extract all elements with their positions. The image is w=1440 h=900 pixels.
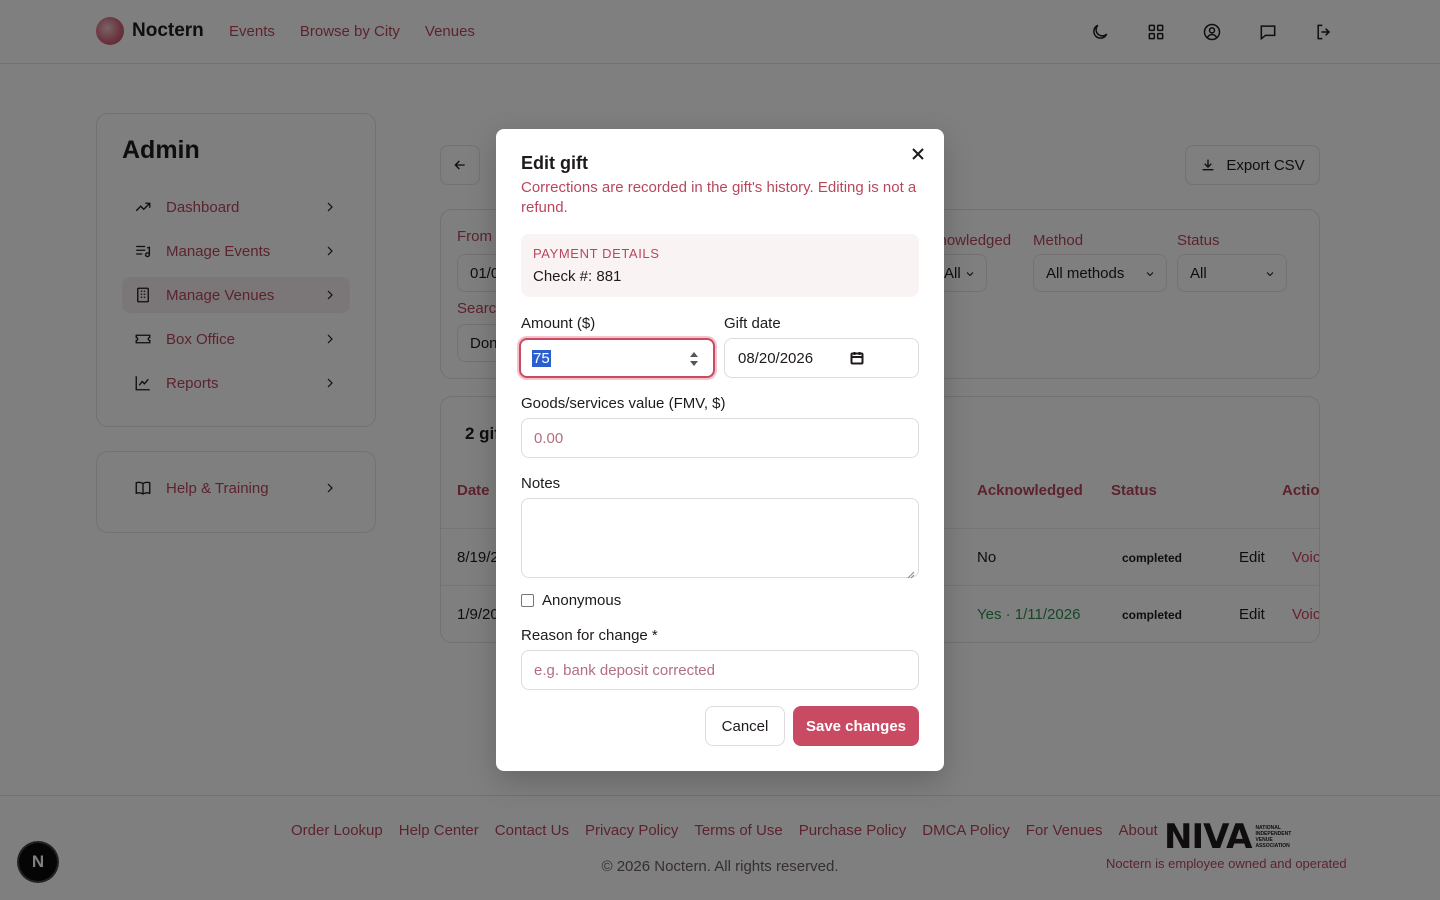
calendar-icon[interactable] — [850, 351, 864, 365]
number-spinner-icon[interactable] — [689, 351, 699, 367]
reason-label: Reason for change * — [521, 627, 658, 644]
amount-input[interactable]: 75 — [519, 338, 715, 378]
anonymous-checkbox[interactable] — [521, 594, 534, 607]
reason-input[interactable]: e.g. bank deposit corrected — [521, 650, 919, 690]
notes-label: Notes — [521, 475, 561, 492]
gift-date-label: Gift date — [724, 315, 781, 332]
fmv-input[interactable]: 0.00 — [521, 418, 919, 458]
anonymous-label[interactable]: Anonymous — [542, 592, 621, 609]
amount-value: 75 — [532, 349, 551, 367]
save-changes-button[interactable]: Save changes — [793, 706, 919, 746]
fmv-label: Goods/services value (FMV, $) — [521, 395, 726, 412]
gift-date-input[interactable]: 08/20/2026 — [724, 338, 919, 378]
close-icon[interactable] — [908, 144, 928, 164]
reason-placeholder: e.g. bank deposit corrected — [534, 661, 715, 679]
resize-handle-icon[interactable] — [907, 566, 915, 579]
payment-details-value: Check #: 881 — [533, 268, 622, 285]
payment-details-title: PAYMENT DETAILS — [533, 246, 660, 261]
cancel-button[interactable]: Cancel — [705, 706, 785, 746]
payment-details-box: PAYMENT DETAILS Check #: 881 — [521, 234, 919, 297]
notes-textarea[interactable] — [521, 498, 919, 579]
dialog-description: Corrections are recorded in the gift's h… — [521, 179, 917, 216]
fmv-placeholder: 0.00 — [534, 429, 564, 447]
edit-gift-dialog: Edit gift Corrections are recorded in th… — [496, 129, 944, 771]
dialog-title: Edit gift — [521, 153, 588, 173]
amount-label: Amount ($) — [521, 315, 596, 332]
gift-date-value: 08/20/2026 — [738, 349, 814, 367]
